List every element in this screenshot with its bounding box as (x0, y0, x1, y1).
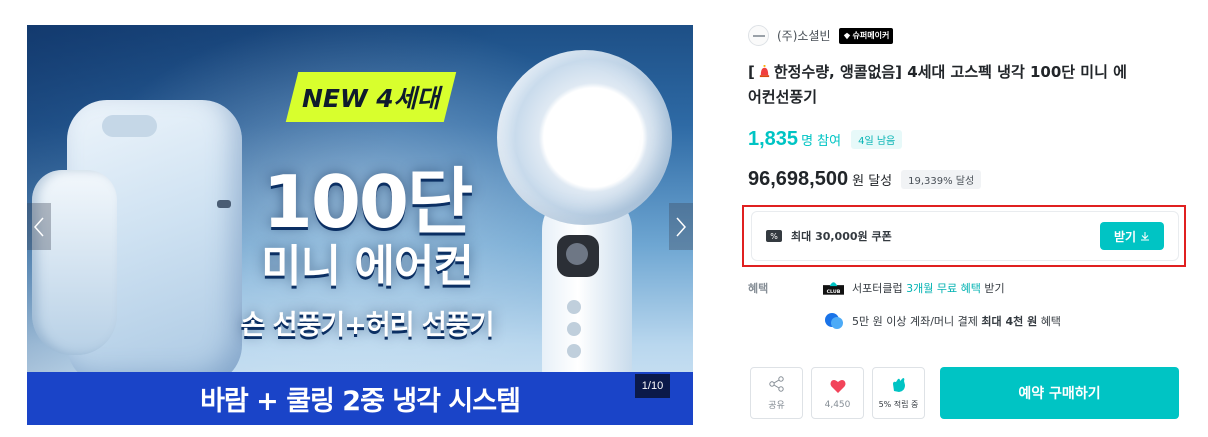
super-maker-badge-label: 슈퍼메이커 (852, 31, 890, 40)
clap-hands-icon (892, 378, 905, 392)
coupon-box[interactable]: % 최대 30,000원 쿠폰 받기 (751, 211, 1179, 261)
diamond-icon (843, 32, 850, 39)
fan-display (557, 235, 599, 277)
clap-button[interactable]: 5% 적립 중 (872, 367, 925, 419)
share-icon (768, 376, 784, 392)
coupon-download-button[interactable]: 받기 (1100, 222, 1164, 250)
chevron-right-icon (676, 217, 687, 236)
maker-name[interactable]: (주)소셜빈 (777, 27, 831, 44)
participants-unit: 명 참여 (801, 134, 842, 149)
super-maker-badge: 슈퍼메이커 (838, 27, 894, 44)
product-title: [한정수량, 앵콜없음] 4세대 고스펙 냉각 100단 미니 에어컨선풍기 (748, 60, 1138, 110)
benefit-payment[interactable]: 5만 원 이상 계좌/머니 결제 최대 4천 원 혜택 (823, 310, 1061, 331)
fan-button (567, 322, 581, 336)
coupon-text: 최대 30,000원 쿠폰 (791, 230, 892, 243)
new-generation-badge: NEW 4세대 (285, 72, 457, 122)
fan-button (567, 300, 581, 314)
funding-amount: 96,698,500 (748, 168, 849, 190)
fan-button (567, 344, 581, 358)
naverpay-icon (823, 310, 844, 331)
achievement-badge: 19,339% 달성 (901, 170, 982, 189)
coupon-icon: % (766, 230, 782, 242)
benefit-club-suffix: 받기 (984, 281, 1005, 295)
share-label: 공유 (768, 401, 785, 411)
benefits-label: 혜택 (748, 282, 769, 295)
svg-text:CLUB: CLUB (827, 288, 841, 294)
like-count: 4,450 (824, 399, 851, 410)
heart-icon (830, 379, 845, 393)
days-left-badge: 4일 남음 (851, 130, 903, 149)
title-bracket: [ (748, 63, 755, 81)
title-text: 한정수량, 앵콜없음] 4세대 고스펙 냉각 100단 미니 에어컨선풍기 (748, 63, 1127, 106)
download-icon (1141, 232, 1150, 241)
headline-mini-aircon: 미니 에어컨 (261, 241, 474, 292)
benefit-club-highlight: 3개월 무료 혜택 (906, 281, 981, 295)
benefit-club-text: 서포터클럽 (852, 281, 903, 295)
carousel-page-indicator: 1/10 (635, 374, 670, 398)
product-image-belt-clip (32, 170, 117, 355)
chevron-left-icon (33, 217, 44, 236)
share-button[interactable]: 공유 (750, 367, 803, 419)
siren-icon (759, 65, 770, 78)
badge-text: NEW 4세대 (302, 84, 440, 113)
club-icon: CLUB (823, 277, 844, 298)
maker-logo[interactable] (748, 25, 769, 46)
coupon-download-label: 받기 (1113, 229, 1137, 244)
carousel-prev-button[interactable] (27, 203, 51, 250)
benefit-supporter-club[interactable]: CLUB 서포터클럽 3개월 무료 혜택 받기 (823, 277, 1005, 298)
clap-label: 5% 적립 중 (878, 400, 919, 409)
like-button[interactable]: 4,450 (811, 367, 864, 419)
maker-info[interactable]: (주)소셜빈 슈퍼메이커 (748, 25, 894, 46)
participants-row: 1,835 명 참여 4일 남음 (748, 128, 903, 151)
amount-row: 96,698,500 원 달성 19,339% 달성 (748, 168, 982, 191)
benefit-pay-suffix: 혜택 (1040, 314, 1061, 328)
reserve-purchase-button[interactable]: 예약 구매하기 (940, 367, 1179, 419)
carousel-next-button[interactable] (669, 203, 693, 250)
product-image-carousel[interactable]: NEW 4세대 100단 미니 에어컨 손 선풍기+허리 선풍기 바람 + 쿨링… (27, 25, 693, 425)
headline-subtitle: 손 선풍기+허리 선풍기 (240, 310, 495, 341)
product-info-panel: (주)소셜빈 슈퍼메이커 [한정수량, 앵콜없음] 4세대 고스펙 냉각 100… (742, 0, 1188, 437)
product-image-handheld-fan (497, 50, 672, 410)
fan-head (497, 50, 672, 225)
funding-amount-unit: 원 달성 (852, 174, 893, 189)
benefit-pay-strong: 최대 4천 원 (981, 314, 1038, 328)
fan-grill (102, 115, 157, 137)
participants-count: 1,835 (748, 128, 799, 150)
promo-banner: 바람 + 쿨링 2중 냉각 시스템 (27, 372, 693, 425)
benefit-pay-text: 5만 원 이상 계좌/머니 결제 (852, 314, 978, 328)
